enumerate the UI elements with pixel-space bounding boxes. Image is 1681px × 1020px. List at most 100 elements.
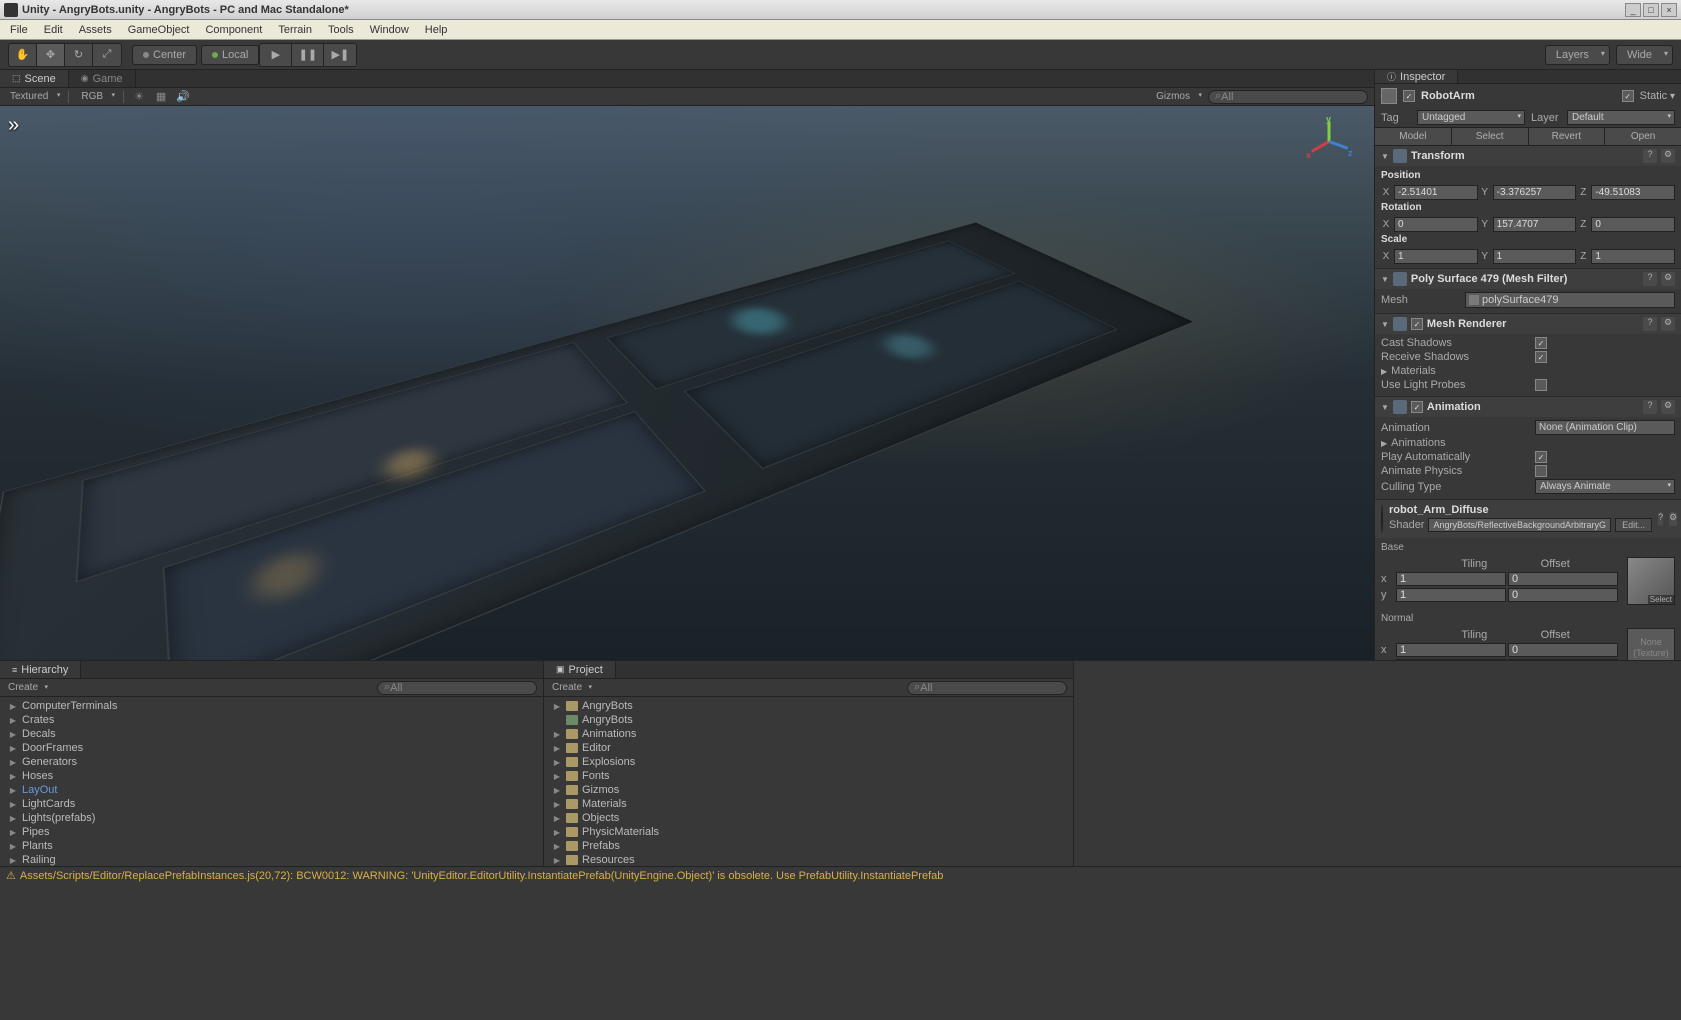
fold-icon[interactable]: ▶ <box>1381 439 1387 448</box>
axis-gizmo[interactable]: y z x <box>1304 116 1354 166</box>
hierarchy-search[interactable]: ⌕ All <box>377 681 537 695</box>
scale-x-input[interactable]: 1 <box>1394 249 1478 264</box>
help-icon[interactable]: ? <box>1643 149 1657 163</box>
base-texture-swatch[interactable]: Select <box>1627 557 1675 605</box>
gear-icon[interactable]: ⚙ <box>1661 317 1675 331</box>
base-tiling-y[interactable]: 1 <box>1396 588 1506 602</box>
pause-button[interactable]: ❚❚ <box>292 44 324 66</box>
normal-tiling-x[interactable]: 1 <box>1396 643 1506 657</box>
menu-edit[interactable]: Edit <box>36 22 71 38</box>
hierarchy-item[interactable]: ▶Plants <box>0 839 543 853</box>
static-dropdown[interactable]: Static ▾ <box>1640 90 1675 102</box>
fold-icon[interactable]: ▶ <box>552 702 562 711</box>
gear-icon[interactable]: ⚙ <box>1661 272 1675 286</box>
gear-icon[interactable]: ⚙ <box>1669 512 1677 526</box>
fold-icon[interactable]: ▶ <box>552 842 562 851</box>
open-button[interactable]: Open <box>1605 128 1681 145</box>
fold-icon[interactable]: ▶ <box>552 856 562 865</box>
scene-viewport[interactable]: » y z x <box>0 106 1374 660</box>
normal-offset-y[interactable]: 0 <box>1508 659 1618 660</box>
project-item[interactable]: ▶Materials <box>544 797 1073 811</box>
model-button[interactable]: Model <box>1375 128 1452 145</box>
project-search[interactable]: ⌕ All <box>907 681 1067 695</box>
fold-icon[interactable]: ▶ <box>552 744 562 753</box>
menu-component[interactable]: Component <box>197 22 270 38</box>
fold-icon[interactable]: ▶ <box>8 730 18 739</box>
tab-hierarchy[interactable]: ≡Hierarchy <box>0 661 81 678</box>
menu-assets[interactable]: Assets <box>71 22 120 38</box>
hierarchy-item[interactable]: ▶Decals <box>0 727 543 741</box>
help-icon[interactable]: ? <box>1643 272 1657 286</box>
pivot-local[interactable]: Local <box>201 45 259 65</box>
menu-help[interactable]: Help <box>417 22 456 38</box>
project-item[interactable]: ▶Resources <box>544 853 1073 866</box>
hand-tool[interactable]: ✋ <box>9 44 37 66</box>
project-item[interactable]: ▶Prefabs <box>544 839 1073 853</box>
animation-field[interactable]: None (Animation Clip) <box>1535 420 1675 435</box>
step-button[interactable]: ▶❚ <box>324 44 356 66</box>
project-item[interactable]: ▶Fonts <box>544 769 1073 783</box>
help-icon[interactable]: ? <box>1658 512 1663 526</box>
hierarchy-item[interactable]: ▶Crates <box>0 713 543 727</box>
rendermode-dropdown[interactable]: RGB <box>77 91 115 102</box>
hierarchy-item[interactable]: ▶LayOut <box>0 783 543 797</box>
fold-icon[interactable]: ▶ <box>8 758 18 767</box>
fold-icon[interactable]: ▼ <box>1381 275 1389 284</box>
fold-icon[interactable]: ▶ <box>8 842 18 851</box>
fold-icon[interactable]: ▶ <box>8 772 18 781</box>
move-tool[interactable]: ✥ <box>37 44 65 66</box>
light-toggle-icon[interactable]: ☀ <box>132 90 146 104</box>
object-name-field[interactable]: RobotArm <box>1421 90 1616 102</box>
hierarchy-item[interactable]: ▶Lights(prefabs) <box>0 811 543 825</box>
active-checkbox[interactable] <box>1403 90 1415 102</box>
fold-icon[interactable]: ▶ <box>8 716 18 725</box>
fold-icon[interactable]: ▼ <box>1381 320 1389 329</box>
tab-project[interactable]: ▣Project <box>544 661 616 678</box>
project-item[interactable]: ▶Objects <box>544 811 1073 825</box>
fold-icon[interactable]: ▶ <box>8 786 18 795</box>
base-offset-x[interactable]: 0 <box>1508 572 1618 586</box>
rotate-tool[interactable]: ↻ <box>65 44 93 66</box>
cast-shadows-checkbox[interactable] <box>1535 337 1547 349</box>
menu-terrain[interactable]: Terrain <box>270 22 320 38</box>
tab-scene[interactable]: ⬚Scene <box>0 70 69 87</box>
base-tiling-x[interactable]: 1 <box>1396 572 1506 586</box>
fold-icon[interactable]: ▶ <box>8 856 18 865</box>
rot-x-input[interactable]: 0 <box>1394 217 1478 232</box>
pivot-center[interactable]: Center <box>132 45 197 65</box>
tab-inspector[interactable]: ⓘInspector <box>1375 70 1458 83</box>
project-item[interactable]: ▶Animations <box>544 727 1073 741</box>
fold-icon[interactable]: ▶ <box>8 800 18 809</box>
play-button[interactable]: ▶ <box>260 44 292 66</box>
mesh-field[interactable]: polySurface479 <box>1465 292 1675 308</box>
animphysics-checkbox[interactable] <box>1535 465 1547 477</box>
hierarchy-item[interactable]: ▶Pipes <box>0 825 543 839</box>
normal-texture-swatch[interactable]: None (Texture)Select <box>1627 628 1675 660</box>
pos-z-input[interactable]: -49.51083 <box>1591 185 1675 200</box>
gizmos-dropdown[interactable]: Gizmos <box>1152 91 1202 102</box>
close-button[interactable]: × <box>1661 3 1677 17</box>
menu-file[interactable]: File <box>2 22 36 38</box>
scale-tool[interactable]: ⤢ <box>93 44 121 66</box>
shader-dropdown[interactable]: AngryBots/ReflectiveBackgroundArbitraryG <box>1428 518 1611 532</box>
help-icon[interactable]: ? <box>1643 317 1657 331</box>
playauto-checkbox[interactable] <box>1535 451 1547 463</box>
hierarchy-create[interactable]: Create <box>6 682 48 693</box>
normal-tiling-y[interactable]: 1 <box>1396 659 1506 660</box>
culling-dropdown[interactable]: Always Animate <box>1535 479 1675 494</box>
hierarchy-item[interactable]: ▶Hoses <box>0 769 543 783</box>
layout-dropdown[interactable]: Wide <box>1616 45 1673 65</box>
project-item[interactable]: ▶AngryBots <box>544 699 1073 713</box>
fold-icon[interactable]: ▶ <box>8 702 18 711</box>
project-item[interactable]: ▶Gizmos <box>544 783 1073 797</box>
rot-z-input[interactable]: 0 <box>1591 217 1675 232</box>
project-item[interactable]: AngryBots <box>544 713 1073 727</box>
pos-x-input[interactable]: -2.51401 <box>1394 185 1478 200</box>
fold-icon[interactable]: ▶ <box>552 828 562 837</box>
rot-y-input[interactable]: 157.4707 <box>1493 217 1577 232</box>
static-checkbox[interactable] <box>1622 90 1634 102</box>
project-item[interactable]: ▶Explosions <box>544 755 1073 769</box>
audio-toggle-icon[interactable]: 🔊 <box>176 90 190 104</box>
scale-z-input[interactable]: 1 <box>1591 249 1675 264</box>
fold-icon[interactable]: ▼ <box>1381 403 1389 412</box>
